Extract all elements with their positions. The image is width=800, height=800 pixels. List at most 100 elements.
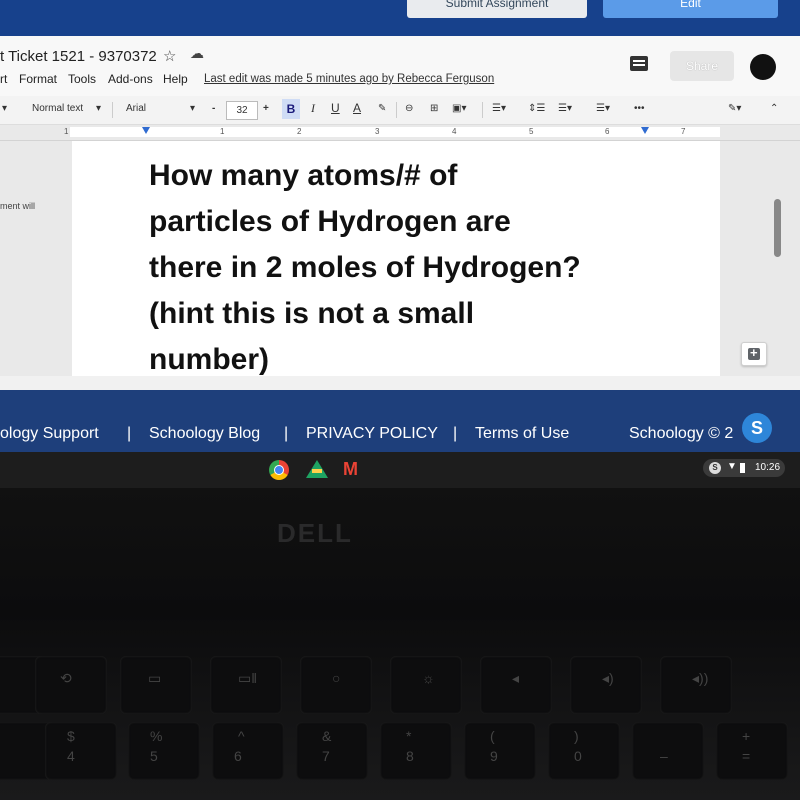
right-indent-marker[interactable] xyxy=(641,127,649,134)
privacy-policy-link[interactable]: PRIVACY POLICY xyxy=(306,425,438,443)
paragraph-style-select[interactable]: Normal text xyxy=(32,103,83,114)
divider xyxy=(112,102,113,118)
keyboard-key: ◂)) xyxy=(660,656,732,714)
menu-tools[interactable]: Tools xyxy=(68,72,96,86)
keyboard-key-5: % 5 xyxy=(128,722,200,780)
chrome-icon[interactable] xyxy=(269,460,289,480)
status-tray[interactable]: S ▼ 10:26 xyxy=(703,459,785,477)
increase-font-size-button[interactable]: + xyxy=(263,103,269,114)
keyboard-key: ☼ xyxy=(390,656,462,714)
keyboard-key: – xyxy=(632,722,704,780)
font-size-input[interactable]: 32 xyxy=(226,101,258,120)
more-options-icon[interactable]: ••• xyxy=(634,103,645,114)
os-shelf: M S ▼ 10:26 xyxy=(0,452,800,488)
cloud-status-icon[interactable]: ☁ xyxy=(190,45,204,62)
share-button[interactable]: Share xyxy=(670,51,734,81)
star-icon[interactable]: ☆ xyxy=(163,47,176,65)
keyboard-key-7: & 7 xyxy=(296,722,368,780)
laptop-body: DELL ⟲ ▭ ▭‖ ○ ☼ ◂ ◂) ◂)) $4 % 5 ^ 6 & 7 * 8 … xyxy=(0,488,800,800)
gmail-icon[interactable]: M xyxy=(343,460,367,478)
question-line: particles of Hydrogen are xyxy=(149,205,511,238)
keyboard-key-0: ) 0 xyxy=(548,722,620,780)
screen: Submit Assignment Edit t Ticket 1521 - 9… xyxy=(0,0,800,488)
keyboard-key: ⟲ xyxy=(35,656,107,714)
last-edit-link[interactable]: Last edit was made 5 minutes ago by Rebe… xyxy=(204,73,494,85)
ruler-number: 2 xyxy=(297,127,302,136)
copyright-text: Schoology © 2 xyxy=(629,425,734,442)
italic-button[interactable]: I xyxy=(311,101,315,116)
numbered-list-icon[interactable]: ☰▾ xyxy=(558,103,572,114)
google-drive-icon[interactable] xyxy=(306,460,328,478)
chevron-down-icon[interactable]: ▾ xyxy=(190,103,195,114)
bold-button[interactable]: B xyxy=(282,99,300,119)
docs-header: t Ticket 1521 - 9370372 ☆ ☁ rt Format To… xyxy=(0,36,800,96)
menu-addons[interactable]: Add-ons xyxy=(108,72,153,86)
support-link[interactable]: ology Support xyxy=(0,425,99,443)
footer-separator: | xyxy=(127,425,132,442)
submit-assignment-button[interactable]: Submit Assignment xyxy=(407,0,587,18)
account-icon: S xyxy=(709,462,721,474)
footer-separator: | xyxy=(284,425,289,442)
insert-image-icon[interactable]: ▣▾ xyxy=(452,103,466,114)
chevron-down-icon[interactable]: ▾ xyxy=(2,103,7,114)
schoology-top-bar: Submit Assignment Edit xyxy=(0,0,800,36)
bulleted-list-icon[interactable]: ☰▾ xyxy=(596,103,610,114)
keyboard-key: ◂ xyxy=(480,656,552,714)
blog-link[interactable]: Schoology Blog xyxy=(149,425,260,443)
keyboard-key: ◂) xyxy=(570,656,642,714)
link-icon[interactable]: ⊖ xyxy=(405,103,413,114)
underline-button[interactable]: U xyxy=(331,101,340,115)
question-line: number) xyxy=(149,343,269,376)
schoology-logo-icon[interactable]: S xyxy=(742,413,772,443)
divider xyxy=(482,102,483,118)
terms-of-use-link[interactable]: Terms of Use xyxy=(475,425,569,443)
font-select[interactable]: Arial xyxy=(126,103,146,114)
question-line: there in 2 moles of Hydrogen? xyxy=(149,251,581,284)
editing-mode-pencil-icon[interactable]: ✎▾ xyxy=(728,103,741,114)
add-comment-floating-button[interactable] xyxy=(741,342,767,366)
menu-help[interactable]: Help xyxy=(163,72,188,86)
comment-icon[interactable] xyxy=(630,56,648,71)
ruler-number: 3 xyxy=(375,127,380,136)
divider xyxy=(396,102,397,118)
ruler-number: 5 xyxy=(529,127,534,136)
clock-time: 10:26 xyxy=(755,462,781,473)
footer-separator: | xyxy=(453,425,458,442)
keyboard-key: ▭ xyxy=(120,656,192,714)
keyboard-key-6: ^ 6 xyxy=(212,722,284,780)
menu-format[interactable]: Format xyxy=(19,72,57,86)
keyboard-key: ○ xyxy=(300,656,372,714)
document-title[interactable]: t Ticket 1521 - 9370372 xyxy=(0,48,157,65)
text-color-button[interactable]: A xyxy=(353,101,361,115)
question-line: (hint this is not a small xyxy=(149,297,475,330)
line-spacing-icon[interactable]: ⇕☰ xyxy=(528,103,545,114)
menu-insert[interactable]: rt xyxy=(0,72,7,86)
decrease-font-size-button[interactable]: - xyxy=(212,103,215,114)
question-line: How many atoms/# of xyxy=(149,159,458,192)
ruler-number: 1 xyxy=(220,127,225,136)
ruler-page-area xyxy=(70,127,720,137)
schoology-footer: ology Support | Schoology Blog | PRIVACY… xyxy=(0,390,800,452)
align-icon[interactable]: ☰▾ xyxy=(492,103,506,114)
chevron-down-icon[interactable]: ▾ xyxy=(96,103,101,114)
formatting-toolbar: ▾ Normal text ▾ Arial ▾ - 32 + B I U A ✎… xyxy=(0,96,800,125)
question-text[interactable]: How many atoms/# of particles of Hydroge… xyxy=(149,153,669,383)
wifi-icon: ▼ xyxy=(727,461,737,472)
vertical-scrollbar[interactable] xyxy=(774,199,781,257)
document-canvas: ment will How many atoms/# of particles … xyxy=(0,141,800,376)
ruler-number: 4 xyxy=(452,127,457,136)
highlight-pen-icon[interactable]: ✎ xyxy=(378,103,386,114)
ruler-number: 6 xyxy=(605,127,610,136)
add-comment-icon[interactable]: ⊞ xyxy=(430,103,438,114)
left-indent-marker[interactable] xyxy=(142,127,150,134)
keyboard-key-8: * 8 xyxy=(380,722,452,780)
keyboard-key-9: (9 xyxy=(464,722,536,780)
ruler: 1 1 2 3 4 5 6 7 xyxy=(0,125,800,141)
battery-icon xyxy=(740,463,745,473)
collapse-chevron-icon[interactable]: ⌃ xyxy=(770,103,778,114)
avatar[interactable] xyxy=(750,54,776,80)
ruler-number: 1 xyxy=(64,127,69,136)
side-note-text: ment will xyxy=(0,201,36,211)
edit-button[interactable]: Edit xyxy=(603,0,778,18)
document-page[interactable]: How many atoms/# of particles of Hydroge… xyxy=(72,141,720,376)
